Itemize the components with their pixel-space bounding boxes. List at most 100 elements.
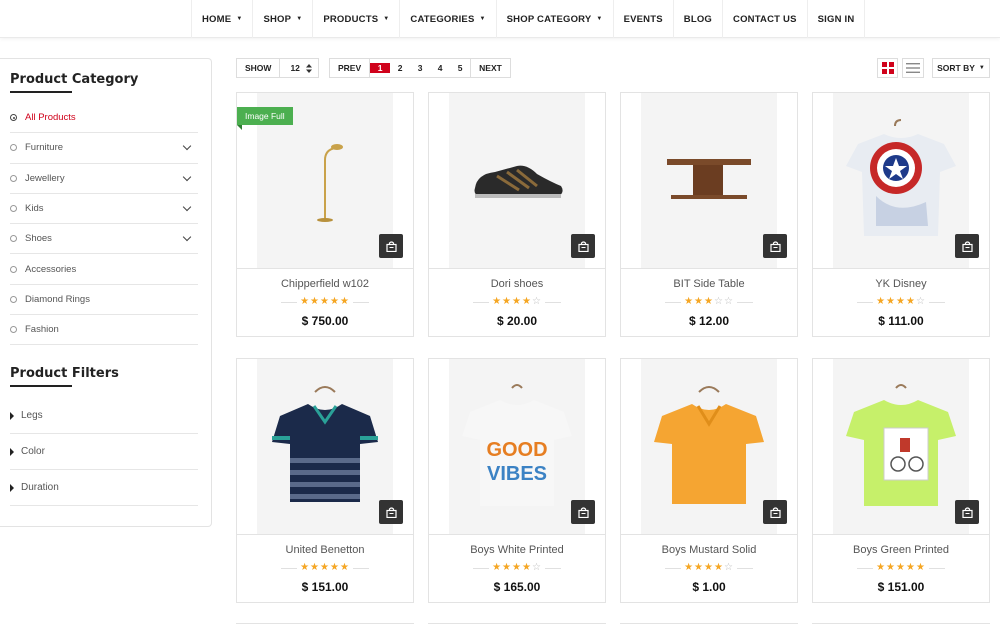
star-filled-icon: ★ xyxy=(512,562,522,573)
product-price: $ 151.00 xyxy=(301,580,349,594)
add-to-cart-button[interactable] xyxy=(571,234,595,258)
add-to-cart-button[interactable] xyxy=(955,234,979,258)
add-to-cart-button[interactable] xyxy=(379,234,403,258)
product-image-area[interactable] xyxy=(429,93,605,269)
category-item-furniture[interactable]: Furniture xyxy=(10,133,198,164)
nav-item-shop-category[interactable]: SHOP CATEGORY ▼ xyxy=(497,0,614,38)
chevron-down-icon[interactable] xyxy=(182,202,192,212)
radio-icon[interactable] xyxy=(10,205,17,213)
nav-item-categories[interactable]: CATEGORIES ▼ xyxy=(400,0,497,38)
nav-item-contact-us[interactable]: CONTACT US xyxy=(723,0,808,38)
product-image-area[interactable] xyxy=(813,359,989,535)
product-name[interactable]: Boys White Printed xyxy=(429,544,605,556)
filter-item-duration[interactable]: Duration xyxy=(10,470,198,506)
product-card[interactable]: Image Full Chipperfield w102 ★★★★★ $ 750.00 xyxy=(236,92,414,337)
product-card[interactable]: Boys Green Printed ★★★★★ $ 151.00 xyxy=(812,358,990,603)
page-4-button[interactable]: 4 xyxy=(430,63,450,73)
show-per-page[interactable]: SHOW 12 xyxy=(236,58,319,78)
product-name[interactable]: YK Disney xyxy=(813,278,989,290)
product-image-area[interactable] xyxy=(621,93,797,269)
product-name[interactable]: BIT Side Table xyxy=(621,278,797,290)
star-filled-icon: ★ xyxy=(886,296,897,307)
category-label: Shoes xyxy=(25,233,52,245)
category-item-diamond-rings[interactable]: Diamond Rings xyxy=(10,285,198,316)
product-card[interactable]: GOOD VIBES Boys White Printed ★★★★☆ $ 165.00 xyxy=(428,358,606,603)
star-filled-icon: ★ xyxy=(521,562,532,573)
star-filled-icon: ★ xyxy=(329,296,340,307)
product-image-area[interactable]: Image Full xyxy=(237,93,413,269)
list-view-button[interactable] xyxy=(902,58,924,78)
category-item-kids[interactable]: Kids xyxy=(10,194,198,225)
next-page-button[interactable]: NEXT xyxy=(470,59,510,77)
caret-down-icon: ▼ xyxy=(236,16,243,22)
star-filled-icon: ★ xyxy=(905,296,916,307)
radio-icon[interactable] xyxy=(10,265,17,273)
chevron-down-icon[interactable] xyxy=(182,232,192,242)
nav-item-sign-in[interactable]: SIGN IN xyxy=(808,0,866,38)
product-card[interactable]: BIT Side Table ★★★☆☆ $ 12.00 xyxy=(620,92,798,337)
product-name[interactable]: Boys Green Printed xyxy=(813,544,989,556)
product-card[interactable]: Boys Mustard Solid ★★★★☆ $ 1.00 xyxy=(620,358,798,603)
page-2-button[interactable]: 2 xyxy=(390,63,410,73)
add-to-cart-button[interactable] xyxy=(379,500,403,524)
category-label: Fashion xyxy=(25,324,59,336)
radio-icon[interactable] xyxy=(10,174,17,182)
category-item-all-products[interactable]: All Products xyxy=(10,103,198,134)
product-image-area[interactable] xyxy=(813,93,989,269)
add-to-cart-button[interactable] xyxy=(763,500,787,524)
page-3-button[interactable]: 3 xyxy=(410,63,430,73)
add-to-cart-button[interactable] xyxy=(763,234,787,258)
nav-item-home[interactable]: HOME ▼ xyxy=(192,0,254,38)
radio-icon[interactable] xyxy=(10,114,17,122)
filter-item-legs[interactable]: Legs xyxy=(10,398,198,434)
chevron-down-icon[interactable] xyxy=(182,172,192,181)
list-icon xyxy=(906,63,920,73)
category-item-fashion[interactable]: Fashion xyxy=(10,315,198,346)
nav-item-products[interactable]: PRODUCTS ▼ xyxy=(313,0,401,38)
nav-item-events[interactable]: EVENTS xyxy=(614,0,674,38)
product-image-area[interactable]: GOOD VIBES xyxy=(429,359,605,535)
product-card[interactable]: YK Disney ★★★★☆ $ 111.00 xyxy=(812,92,990,337)
star-empty-icon: ☆ xyxy=(915,296,926,307)
star-empty-icon: ☆ xyxy=(713,296,724,307)
radio-icon[interactable] xyxy=(10,235,17,243)
product-name[interactable]: Dori shoes xyxy=(429,278,605,290)
caret-down-icon: ▼ xyxy=(383,16,390,22)
prev-page-button[interactable]: PREV xyxy=(330,59,371,77)
star-filled-icon: ★ xyxy=(915,562,926,573)
radio-icon[interactable] xyxy=(10,295,17,303)
product-card[interactable]: Dori shoes ★★★★☆ $ 20.00 xyxy=(428,92,606,337)
star-empty-icon: ☆ xyxy=(723,296,734,307)
product-name[interactable]: Chipperfield w102 xyxy=(237,278,413,290)
product-price: $ 1.00 xyxy=(692,580,726,594)
filter-item-color[interactable]: Color xyxy=(10,434,198,470)
grid-view-button[interactable] xyxy=(877,58,898,78)
show-select[interactable]: 12 xyxy=(280,59,317,77)
category-item-accessories[interactable]: Accessories xyxy=(10,254,198,285)
product-image-area[interactable] xyxy=(237,359,413,535)
add-to-cart-button[interactable] xyxy=(955,500,979,524)
star-empty-icon: ☆ xyxy=(531,296,542,307)
nav-item-label: CATEGORIES xyxy=(410,13,475,25)
product-card[interactable]: United Benetton ★★★★★ $ 151.00 xyxy=(236,358,414,603)
radio-icon[interactable] xyxy=(10,144,17,152)
radio-icon[interactable] xyxy=(10,326,17,334)
category-label: Furniture xyxy=(25,142,64,154)
category-label: All Products xyxy=(25,112,76,124)
product-image-area[interactable] xyxy=(621,359,797,535)
caret-right-icon xyxy=(10,447,14,456)
page-5-button[interactable]: 5 xyxy=(450,63,470,73)
shopping-bag-icon xyxy=(769,240,781,252)
product-name[interactable]: United Benetton xyxy=(237,544,413,556)
category-item-jewellery[interactable]: Jewellery xyxy=(10,164,198,194)
page-1-button[interactable]: 1 xyxy=(370,63,391,73)
add-to-cart-button[interactable] xyxy=(571,500,595,524)
product-name[interactable]: Boys Mustard Solid xyxy=(621,544,797,556)
nav-item-shop[interactable]: SHOP ▼ xyxy=(253,0,314,38)
caret-down-icon: ▼ xyxy=(596,16,603,22)
star-filled-icon: ★ xyxy=(521,296,532,307)
category-item-shoes[interactable]: Shoes xyxy=(10,224,198,255)
nav-item-blog[interactable]: BLOG xyxy=(674,0,724,38)
chevron-down-icon[interactable] xyxy=(182,142,192,151)
sort-by-dropdown[interactable]: SORT BY ▼ xyxy=(932,58,990,78)
